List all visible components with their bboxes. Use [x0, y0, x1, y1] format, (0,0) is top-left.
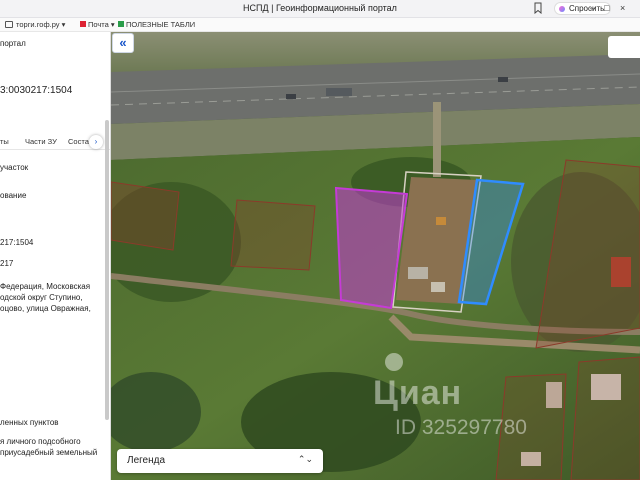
tab-composition[interactable]: Соста — [68, 137, 89, 146]
browser-titlebar: НСПД | Геоинформационный портал Спросить… — [0, 0, 640, 18]
panel-header: портал — [0, 39, 26, 48]
bookmark-label: ПОЛЕЗНЫЕ ТАБЛИ — [126, 20, 196, 29]
bookmarks-bar: торги.гоф.ру ▾ Почта ▾ ПОЛЕЗНЫЕ ТАБЛИ — [0, 18, 640, 32]
address-line: Федерация, Московская — [0, 282, 91, 291]
bookmark-tables[interactable]: ПОЛЕЗНЫЕ ТАБЛИ — [118, 20, 195, 29]
bookmark-mail[interactable]: Почта ▾ — [80, 20, 115, 29]
watermark-brand: Циан — [373, 374, 463, 412]
page-title: НСПД | Геоинформационный портал — [243, 3, 397, 13]
sheet-icon — [118, 21, 124, 27]
map-search-box[interactable] — [608, 36, 640, 58]
tabs-scroll-right-icon[interactable]: › — [89, 135, 103, 149]
ask-button-label: Спросить — [569, 4, 605, 13]
object-type: участок — [0, 163, 29, 172]
cadastral-number: 3:0030217:1504 — [0, 85, 73, 96]
legend-label: Легенда — [127, 455, 166, 466]
ask-button[interactable]: Спросить — [554, 2, 612, 15]
chevron-updown-icon: ⌃⌄ — [297, 454, 313, 464]
assistant-icon — [559, 6, 565, 12]
chevron-down-icon: ▾ — [110, 20, 115, 29]
restore-icon[interactable]: □ — [604, 3, 609, 13]
permitted-use: я личного подсобного приусадебный земельн… — [0, 436, 97, 458]
panel-tabs: ты Части ЗУ Соста › — [0, 134, 110, 150]
tab-parts[interactable]: Части ЗУ — [25, 137, 57, 146]
map-view[interactable]: « Циан ID 325297780 Легенда ⌃⌄ — [111, 32, 640, 480]
bookmark-label: Почта — [88, 20, 109, 29]
folder-icon — [5, 21, 13, 28]
panel-scrollbar[interactable] — [105, 120, 109, 420]
use-line: приусадебный земельный — [0, 448, 98, 457]
watermark-id: ID 325297780 — [395, 416, 527, 439]
address-line: одской округ Ступино, — [0, 293, 83, 302]
bookmark-label: торги.гоф.ру — [16, 20, 60, 29]
collapse-panel-button[interactable]: « — [112, 33, 134, 53]
bookmark-torgi[interactable]: торги.гоф.ру ▾ — [16, 20, 65, 29]
tab-objects[interactable]: ты — [0, 137, 9, 146]
address-line: оцово, улица Овражная, — [0, 304, 91, 313]
minimize-icon[interactable]: – — [590, 3, 595, 13]
object-name: ование — [0, 191, 27, 200]
chevron-down-icon: ▾ — [61, 20, 66, 29]
land-category: ленных пунктов — [0, 418, 59, 427]
close-icon[interactable]: × — [620, 3, 625, 13]
object-info-panel: портал 3:0030217:1504 ты Части ЗУ Соста … — [0, 32, 111, 480]
bookmark-icon[interactable] — [533, 2, 543, 14]
mail-icon — [80, 21, 86, 27]
address-value: Федерация, Московская одской округ Ступин… — [0, 281, 91, 314]
cadastral-block: 217 — [0, 259, 14, 268]
object-number: 217:1504 — [0, 238, 34, 247]
legend-dropdown[interactable]: Легенда ⌃⌄ — [117, 449, 323, 473]
use-line: я личного подсобного — [0, 437, 81, 446]
